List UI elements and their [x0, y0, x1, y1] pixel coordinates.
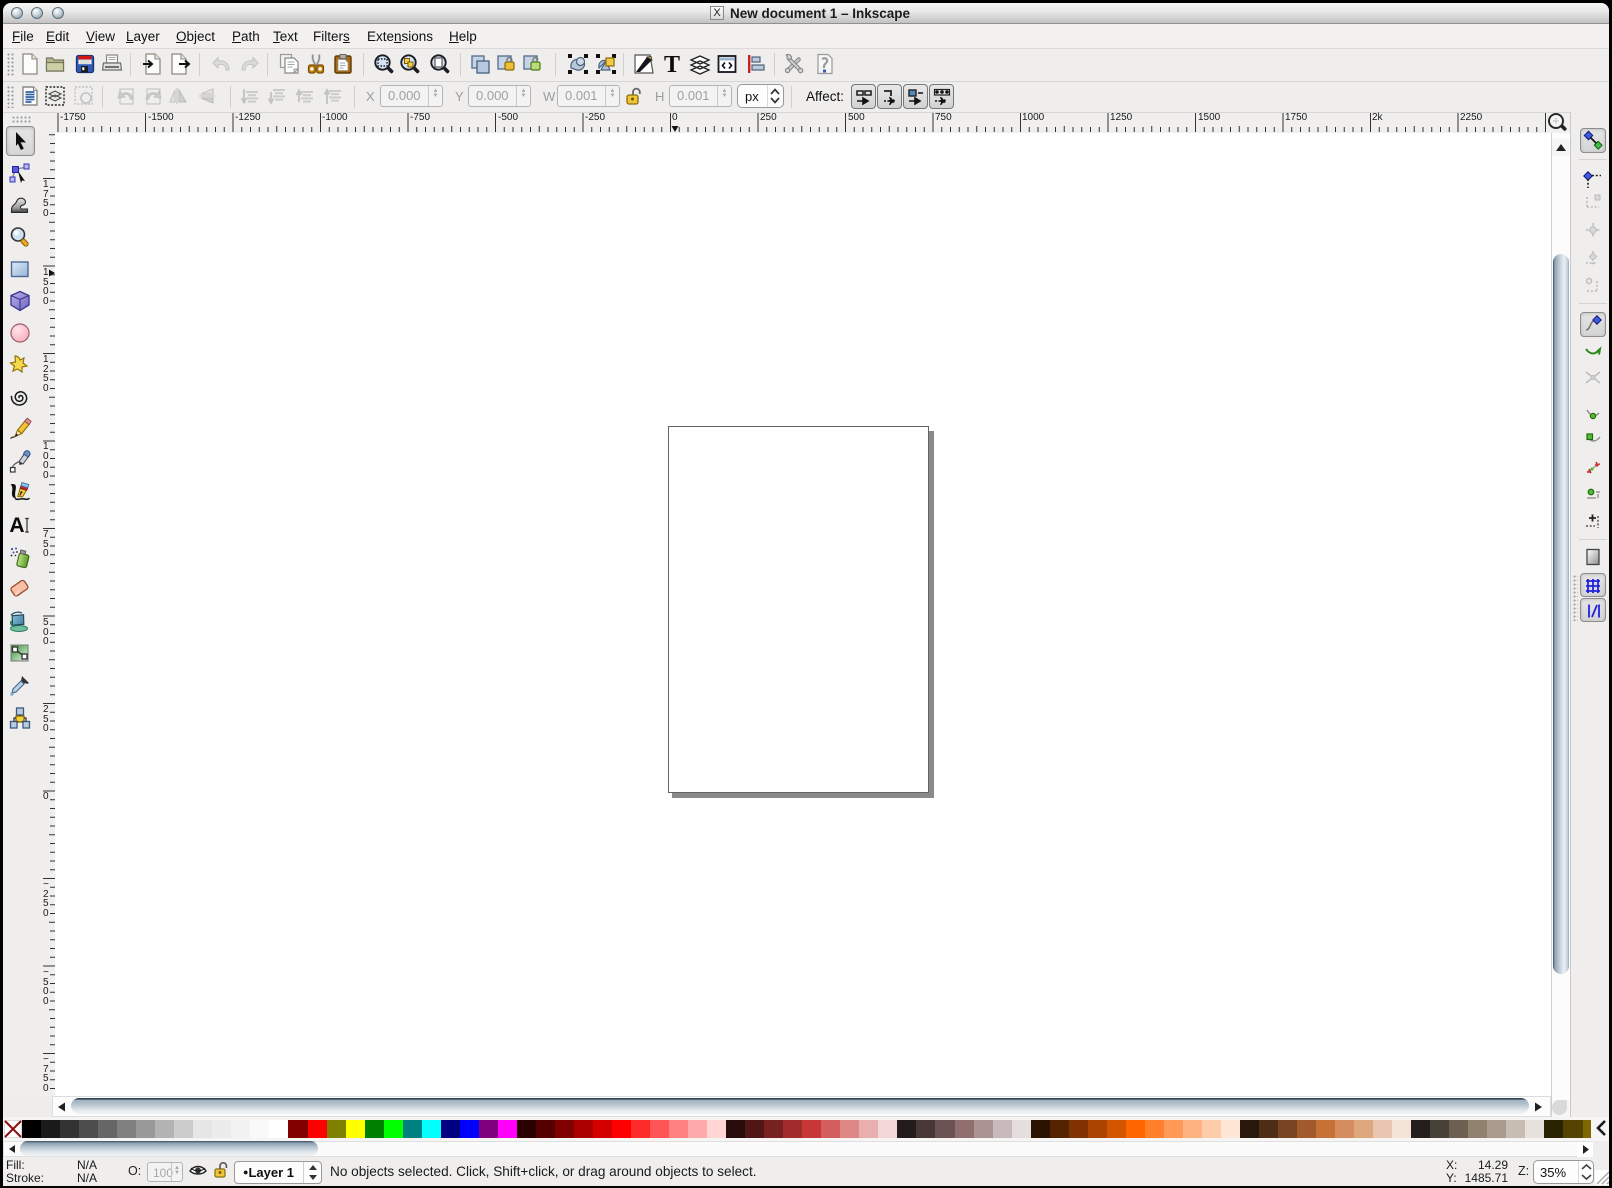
svg-text:T: T: [664, 52, 680, 76]
svg-text:A: A: [9, 514, 24, 537]
